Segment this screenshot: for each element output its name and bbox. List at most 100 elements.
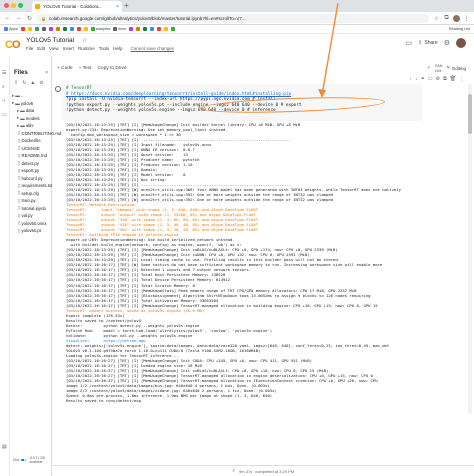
bookmark-item[interactable] [41, 27, 46, 31]
extensions-icon[interactable]: ⧉ [443, 15, 450, 22]
bookmark-item[interactable]: links [113, 27, 126, 31]
cell-menu-icon[interactable]: ⋮ [459, 76, 464, 82]
reading-list-button[interactable]: Reading List [449, 27, 470, 31]
run-cell-button[interactable] [55, 86, 61, 92]
close-tab-icon[interactable]: × [116, 4, 119, 10]
file-tree-item[interactable]: ▯ README.md [12, 152, 52, 160]
file-tree-item[interactable]: ▯ yolov5s.pt [12, 227, 52, 235]
bookmark-item[interactable] [150, 27, 155, 31]
bookmark-item[interactable] [76, 27, 81, 31]
forward-icon[interactable]: → [15, 15, 22, 21]
ram-disk-indicator[interactable]: RAM Disk [435, 64, 442, 73]
bookmark-item[interactable] [171, 27, 176, 31]
scrollbar-thumb[interactable] [468, 94, 472, 134]
mount-drive-icon[interactable]: ▲ [30, 80, 35, 86]
file-tree-item[interactable]: ▯ yolov5s.onnx [12, 220, 52, 228]
expand-arrow-icon[interactable]: ▸ [17, 123, 19, 129]
menu-item-runtime[interactable]: Runtime [78, 46, 95, 51]
file-tree-item[interactable]: ▸ ▬ models [12, 115, 52, 123]
bookmark-item[interactable]: Apps [4, 27, 18, 31]
expand-arrow-icon[interactable]: ▸ [17, 115, 19, 121]
cell-settings-icon[interactable]: ⚙ [436, 76, 440, 82]
link-icon[interactable]: ⚭ [421, 76, 425, 82]
code-snippets-icon[interactable]: ‹› [2, 98, 5, 104]
minimize-window-button[interactable] [11, 3, 16, 8]
bookmark-item[interactable] [62, 27, 67, 31]
file-tree-item[interactable]: ▸ ▬.. [12, 92, 52, 100]
file-tree-item[interactable]: ▯ train.py [12, 197, 52, 205]
bookmark-item[interactable] [136, 27, 141, 31]
bookmark-item[interactable] [55, 27, 60, 31]
menu-item-insert[interactable]: Insert [63, 46, 74, 51]
menu-item-view[interactable]: View [49, 46, 59, 51]
bookmark-item[interactable] [27, 27, 32, 31]
bookmark-item[interactable] [129, 27, 134, 31]
file-tree-item[interactable]: ▯ CONTRIBUTING.md [12, 130, 61, 138]
file-tree-item[interactable]: ▯ requirements.txt [12, 182, 52, 190]
file-tree-item[interactable]: ▯ export.py [12, 167, 52, 175]
toc-icon[interactable]: ☰ [2, 70, 6, 76]
maximize-window-button[interactable] [18, 3, 23, 8]
url-bar[interactable]: 🔒 colab.research.google.com/github/ultra… [37, 13, 429, 23]
close-icon[interactable]: × [45, 70, 48, 76]
bookmark-item[interactable] [164, 27, 169, 31]
expand-arrow-icon[interactable]: ▸ [17, 108, 19, 114]
file-tree-item[interactable]: ▯ LICENSE [12, 145, 52, 153]
new-tab-button[interactable]: + [124, 1, 129, 11]
bookmark-item[interactable] [83, 27, 88, 31]
bookmark-item[interactable] [157, 27, 162, 31]
expand-arrow-icon[interactable]: ▸ [12, 93, 14, 99]
file-tree-item[interactable]: ▸ ▬ data [12, 107, 52, 115]
bookmark-item[interactable] [69, 27, 74, 31]
browser-tab[interactable]: YOLOv5 Tutorial - Colabora... × [32, 1, 122, 12]
copy-to-drive-button[interactable]: Copy to Drive [97, 66, 126, 71]
file-tree-item[interactable]: ▯ Dockerfile [12, 137, 52, 145]
add-text-button[interactable]: + Text [79, 66, 92, 71]
search-icon[interactable]: ⌕ [2, 84, 5, 90]
gear-icon[interactable]: ⚙ [444, 39, 450, 47]
close-window-button[interactable] [4, 3, 9, 8]
bookmark-item[interactable] [48, 27, 53, 31]
mirror-cell-icon[interactable]: ⧉ [443, 76, 447, 82]
refresh-icon[interactable]: ↻ [22, 80, 26, 86]
file-tree-item[interactable]: ▯ detect.py [12, 160, 52, 168]
upload-icon[interactable]: ⇧ [14, 80, 18, 86]
back-icon[interactable]: ← [4, 15, 11, 21]
notebook-title[interactable]: YOLOv5 Tutorial [26, 37, 74, 44]
profile-avatar[interactable] [453, 14, 460, 22]
file-tree-item[interactable]: ▯ tutorial.ipynb [12, 205, 52, 213]
bookmark-item[interactable] [20, 27, 25, 31]
menu-item-edit[interactable]: Edit [37, 46, 45, 51]
colab-logo[interactable]: CO [5, 39, 20, 51]
menu-item-tools[interactable]: Tools [99, 46, 110, 51]
share-button[interactable]: ⇪ Share [418, 40, 438, 46]
move-up-icon[interactable]: ↑ [410, 76, 413, 82]
output-scrollbar[interactable] [468, 84, 472, 414]
unsaved-changes-link[interactable]: Cannot save changes [131, 46, 175, 51]
folder-icon[interactable]: ▭ [2, 112, 7, 118]
bookmark-star-icon[interactable]: ☆ [433, 15, 440, 22]
menu-item-help[interactable]: Help [113, 46, 122, 51]
comment-icon[interactable]: ▭ [406, 39, 413, 47]
reload-icon[interactable]: ↻ [26, 15, 33, 22]
star-icon[interactable]: ☆ [82, 37, 87, 44]
delete-cell-icon[interactable]: 🗑 [450, 76, 456, 82]
bookmark-item[interactable] [34, 27, 39, 31]
browser-menu-icon[interactable]: ⋮ [463, 15, 470, 22]
bookmark-item[interactable] [143, 27, 148, 31]
account-avatar[interactable] [456, 38, 466, 48]
expand-arrow-icon[interactable]: ▸ [12, 100, 14, 106]
bookmark-item[interactable]: analytics [90, 27, 110, 31]
editing-mode-button[interactable]: ✎ Editing [446, 65, 466, 71]
add-code-button[interactable]: + Code [57, 66, 73, 71]
file-tree-item[interactable]: ▯ hubconf.py [12, 175, 52, 183]
file-tree-item[interactable]: ▯ setup.cfg [12, 190, 52, 198]
hide-icon[interactable]: ⊘ [39, 80, 43, 86]
terminal-icon[interactable]: ▤ [2, 444, 7, 450]
comment-cell-icon[interactable]: ▭ [428, 76, 433, 82]
code-editor[interactable]: # TensorRT # https://docs.nvidia.com/deep… [62, 84, 422, 121]
file-tree-item[interactable]: ▸ ▬ utils [12, 122, 52, 130]
menu-item-file[interactable]: File [26, 46, 33, 51]
file-tree-item[interactable]: ▸ ▬ yolov5 [12, 100, 52, 108]
move-down-icon[interactable]: ↓ [415, 76, 418, 82]
